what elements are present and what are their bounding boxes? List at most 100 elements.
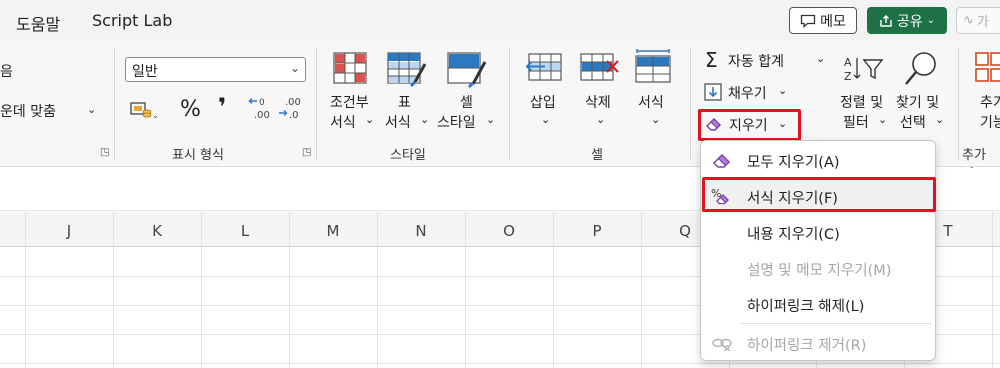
- clear-button[interactable]: 지우기: [729, 115, 768, 135]
- svg-text:⌄: ⌄: [152, 111, 158, 120]
- svg-text:.00: .00: [285, 97, 301, 108]
- share-label: 공유: [896, 13, 923, 30]
- unlink-icon: [712, 338, 732, 352]
- svg-text:A: A: [844, 56, 852, 69]
- group-separator: [690, 48, 691, 160]
- accounting-format-button[interactable]: ⌄: [130, 100, 159, 124]
- column-header-l[interactable]: L: [201, 222, 289, 240]
- sort-filter-label-2[interactable]: 필터: [843, 112, 869, 132]
- format-cells-button[interactable]: 서식: [638, 92, 664, 112]
- chevron-down-icon: ⌄: [878, 113, 888, 126]
- svg-text:.0: .0: [289, 110, 299, 121]
- menu-item-clear-hyperlinks[interactable]: 하이퍼링크 해제(L): [701, 287, 935, 321]
- accounting-icon: ⌄: [130, 102, 159, 120]
- merge-center-button[interactable]: 운데 맞춤: [0, 101, 56, 121]
- autosum-button[interactable]: 자동 합계: [728, 51, 784, 71]
- chevron-down-icon: ⌄: [420, 113, 430, 126]
- comments-button[interactable]: 메모: [789, 7, 857, 34]
- catch-up-label: 가: [976, 15, 989, 30]
- tab-help[interactable]: 도움말: [16, 11, 60, 35]
- share-button[interactable]: 공유 ⌄: [867, 7, 947, 34]
- chevron-down-icon: ⌄: [935, 113, 945, 126]
- svg-text:0: 0: [259, 98, 265, 108]
- sort-filter-label-1[interactable]: 정렬 및: [840, 92, 883, 112]
- menu-item-remove-hyperlinks: 하이퍼링크 제거(R): [701, 326, 935, 360]
- increase-decimal-icon: 0.00: [248, 98, 270, 121]
- grid-line: [201, 212, 202, 368]
- number-format-value: 일반: [132, 64, 158, 80]
- column-header-o[interactable]: O: [465, 222, 553, 240]
- menu-item-label: 내용 지우기(C): [747, 227, 840, 243]
- column-header-j[interactable]: J: [25, 222, 113, 240]
- find-select-label-2[interactable]: 선택: [900, 112, 926, 132]
- chevron-down-icon[interactable]: ⌄: [778, 84, 787, 97]
- clear-formats-highlight: [702, 177, 936, 212]
- catch-up-button[interactable]: ∿ 가: [956, 7, 1000, 34]
- format-as-table-icon: [387, 52, 427, 92]
- sort-filter-icon: AZ: [844, 54, 884, 90]
- fill-button[interactable]: 채우기: [728, 83, 767, 103]
- tab-script-lab[interactable]: Script Lab: [92, 11, 172, 30]
- clear-eraser-icon: [705, 116, 723, 136]
- increase-decimal-button[interactable]: 0.00: [248, 96, 272, 126]
- group-separator: [316, 48, 317, 160]
- number-format-select[interactable]: 일반 ⌄: [125, 57, 306, 82]
- chevron-down-icon: ⌄: [651, 113, 661, 126]
- add-ins-icon: [975, 52, 1000, 90]
- menu-item-label: 하이퍼링크 해제(L): [747, 299, 865, 315]
- delete-cells-button[interactable]: 삭제: [585, 92, 611, 112]
- grid-line: [25, 212, 26, 368]
- grid-line: [0, 363, 1000, 364]
- menu-item-clear-comments-notes: 설명 및 메모 지우기(M): [701, 251, 935, 285]
- add-ins-label-2[interactable]: 기능: [980, 112, 1000, 132]
- grid-line: [113, 212, 114, 368]
- insert-cells-icon: [525, 52, 565, 88]
- column-header-m[interactable]: M: [289, 222, 377, 240]
- menu-separator: [739, 323, 931, 324]
- autosum-icon: Σ: [705, 48, 718, 72]
- menu-item-label: 설명 및 메모 지우기(M): [747, 263, 892, 279]
- comma-style-button[interactable]: ❜: [218, 93, 226, 121]
- conditional-formatting-label-1[interactable]: 조건부: [330, 92, 369, 112]
- grid-line: [377, 212, 378, 368]
- svg-text:.00: .00: [254, 110, 270, 121]
- chevron-down-icon[interactable]: ⌄: [778, 117, 787, 130]
- insert-cells-button[interactable]: 삽입: [530, 92, 556, 112]
- menu-item-label: 하이퍼링크 제거(R): [747, 338, 867, 354]
- grid-line: [641, 212, 642, 368]
- cell-styles-icon: [447, 52, 487, 92]
- percent-style-button[interactable]: %: [180, 97, 201, 122]
- alignment-partial-text: 음: [0, 64, 13, 80]
- number-dialog-launcher-icon[interactable]: ◳: [302, 147, 311, 158]
- conditional-formatting-icon: [333, 52, 367, 90]
- column-header-k[interactable]: K: [113, 222, 201, 240]
- format-as-table-label-1[interactable]: 표: [398, 92, 411, 112]
- add-ins-label-1[interactable]: 추가: [980, 92, 1000, 112]
- find-select-icon: [903, 50, 939, 92]
- ribbon-tab-bar: 도움말 Script Lab 메모 공유 ⌄ ∿ 가: [0, 0, 1000, 40]
- decrease-decimal-icon: .00.0: [279, 97, 301, 121]
- menu-item-clear-contents[interactable]: 내용 지우기(C): [701, 215, 935, 249]
- share-icon: [880, 14, 892, 27]
- group-separator: [114, 48, 115, 160]
- comments-label: 메모: [820, 13, 846, 30]
- grid-line: [992, 212, 993, 368]
- column-header-n[interactable]: N: [377, 222, 465, 240]
- menu-item-clear-all[interactable]: 모두 지우기(A): [701, 143, 935, 177]
- decrease-decimal-button[interactable]: .00.0: [278, 96, 302, 126]
- grid-line: [289, 212, 290, 368]
- clear-dropdown-menu: 모두 지우기(A) % 서식 지우기(F) 내용 지우기(C) 설명 및 메모 …: [700, 140, 936, 361]
- column-header-p[interactable]: P: [553, 222, 641, 240]
- chevron-down-icon: ⌄: [289, 61, 300, 75]
- merge-dropdown-chevron-icon[interactable]: ⌄: [87, 103, 96, 116]
- find-select-label-1[interactable]: 찾기 및: [896, 92, 939, 112]
- chevron-down-icon[interactable]: ⌄: [816, 52, 825, 65]
- number-group-label: 표시 형식: [172, 148, 224, 163]
- format-as-table-label-2[interactable]: 서식: [385, 112, 411, 132]
- conditional-formatting-label-2[interactable]: 서식: [330, 112, 356, 132]
- alignment-dialog-launcher-icon[interactable]: ◳: [100, 147, 109, 158]
- comment-icon: [800, 14, 816, 28]
- grid-line: [553, 212, 554, 368]
- cell-styles-label-2[interactable]: 스타일: [437, 112, 476, 132]
- cell-styles-label-1[interactable]: 셀: [460, 92, 473, 112]
